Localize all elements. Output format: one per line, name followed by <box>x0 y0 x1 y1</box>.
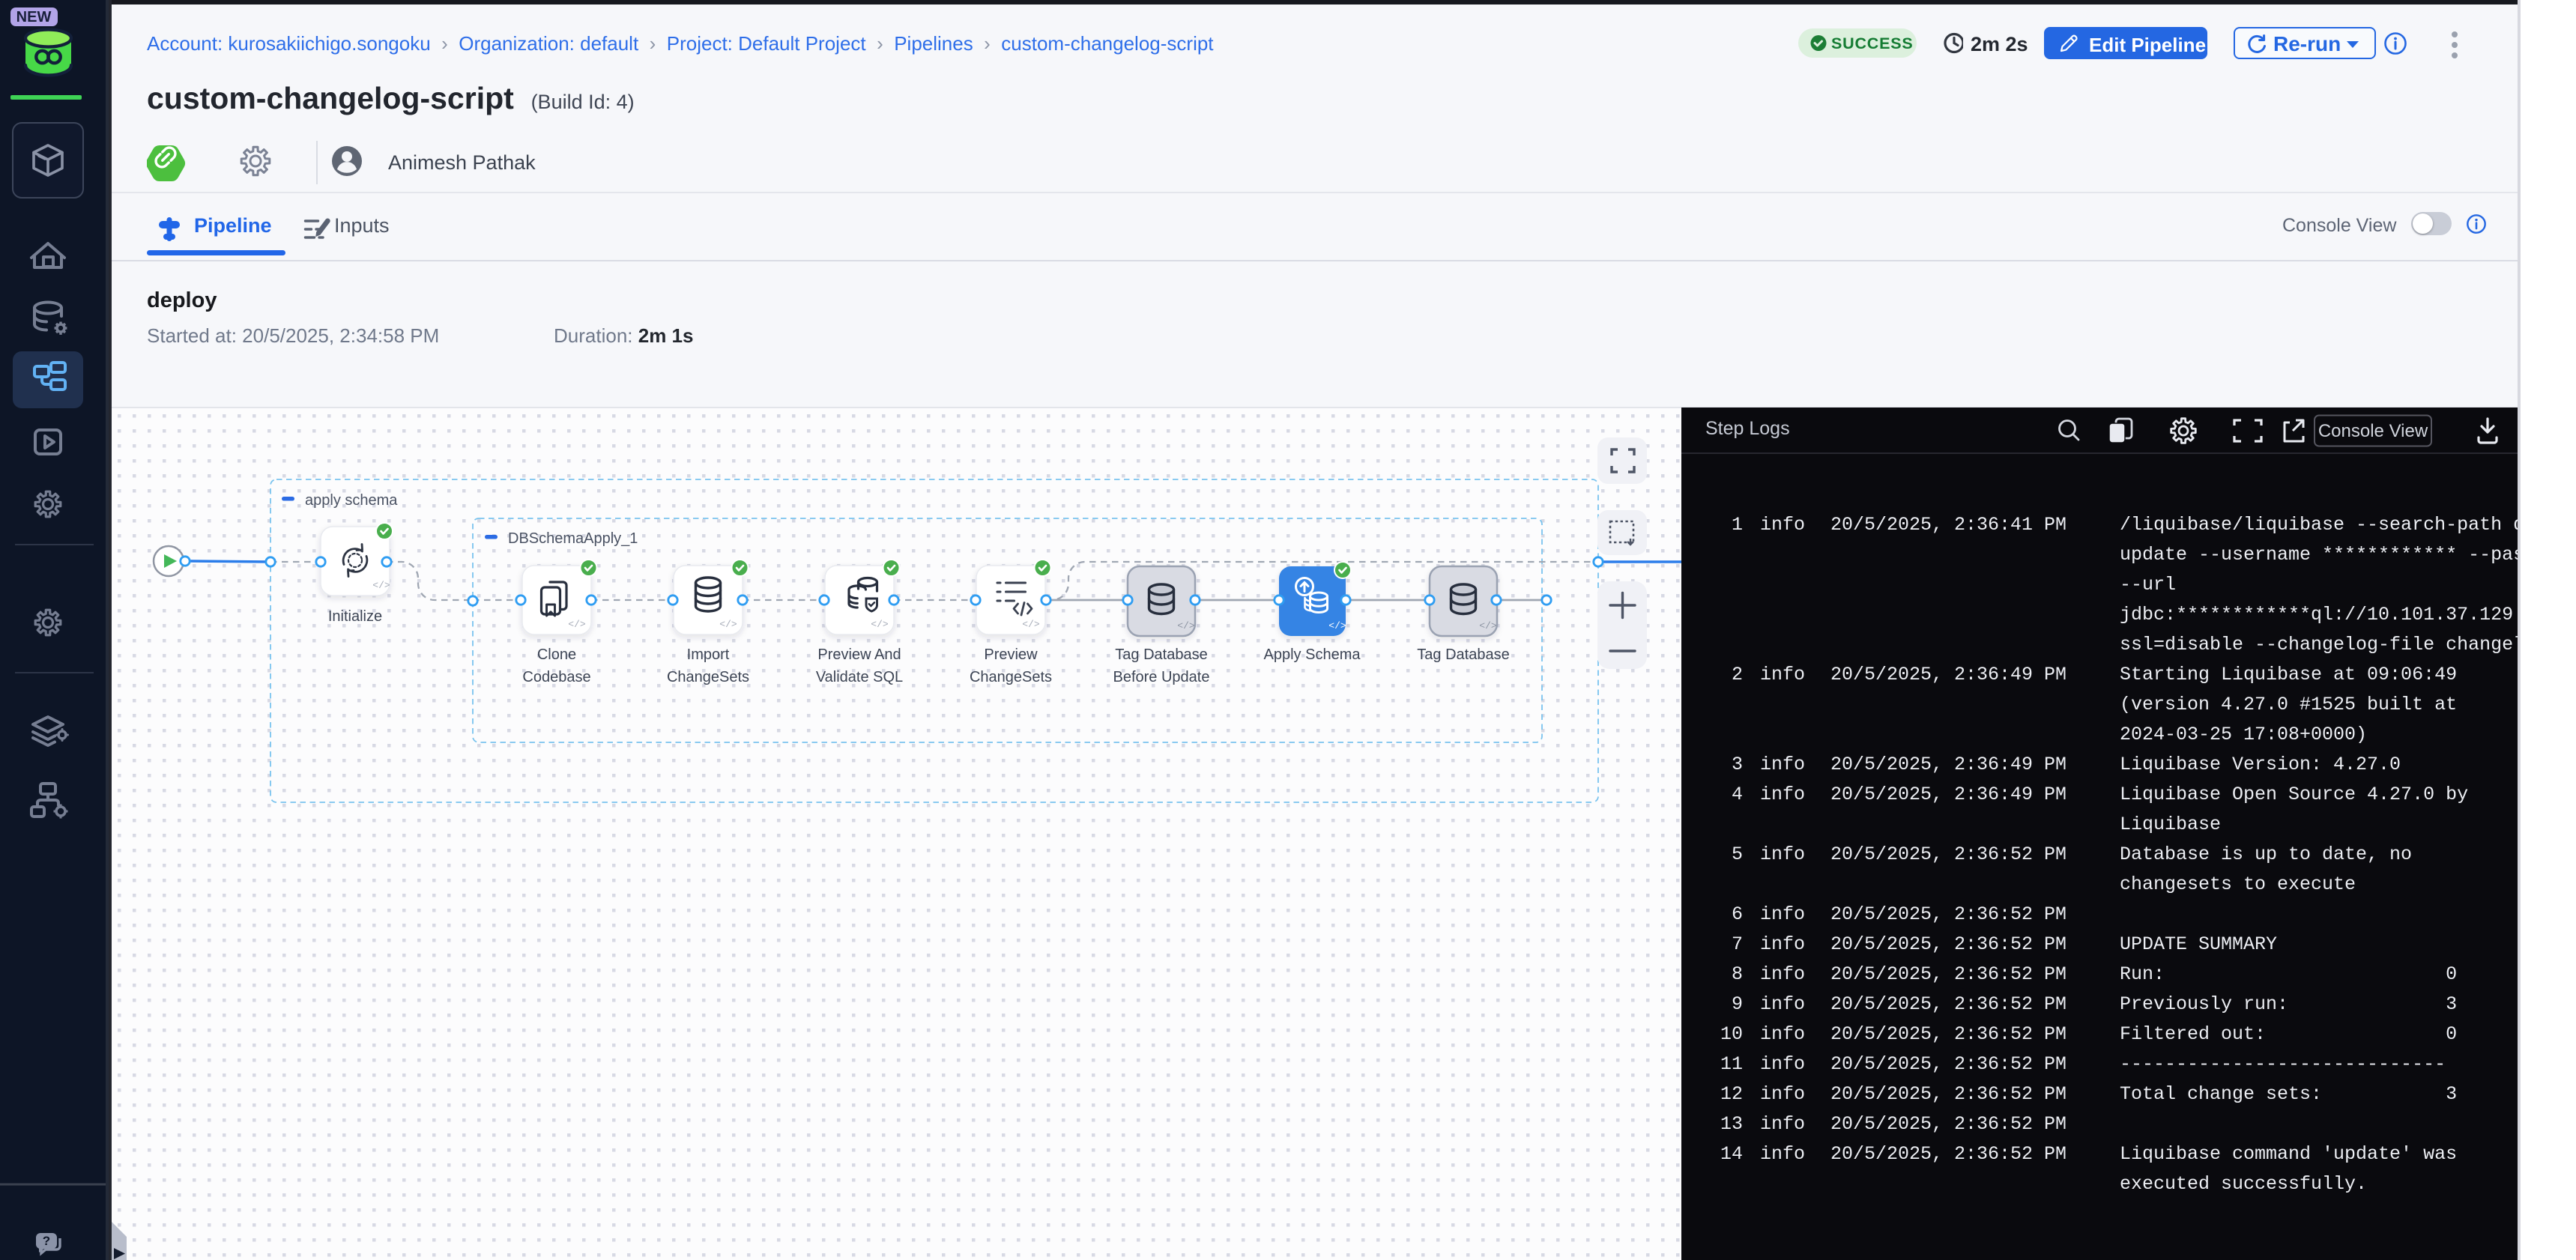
svg-text:apply schema: apply schema <box>305 492 398 509</box>
svg-text:Validate SQL: Validate SQL <box>816 669 903 685</box>
svg-text:?: ? <box>43 1234 50 1248</box>
svg-text:Import: Import <box>687 646 730 663</box>
svg-text:Clone: Clone <box>537 646 576 663</box>
svg-text:ChangeSets: ChangeSets <box>970 669 1052 685</box>
svg-text:</>: </> <box>871 619 889 630</box>
svg-text:ChangeSets: ChangeSets <box>667 669 749 685</box>
svg-text:Console View: Console View <box>2318 421 2428 441</box>
svg-text:</>: </> <box>372 580 390 591</box>
svg-text:Tag Database: Tag Database <box>1417 646 1509 663</box>
svg-text:</>: </> <box>719 619 737 630</box>
svg-text:NEW: NEW <box>16 9 52 25</box>
svg-text:SUCCESS: SUCCESS <box>1831 34 1914 52</box>
svg-text:</>: </> <box>1328 620 1346 631</box>
svg-text:</>: </> <box>1022 619 1040 630</box>
svg-text:Initialize: Initialize <box>328 608 382 625</box>
svg-text:Preview: Preview <box>984 646 1038 663</box>
svg-text:Tag Database: Tag Database <box>1115 646 1207 663</box>
svg-text:</>: </> <box>1479 620 1497 631</box>
svg-text:Preview And: Preview And <box>817 646 901 663</box>
svg-text:Apply Schema: Apply Schema <box>1264 646 1361 663</box>
svg-text:</>: </> <box>1177 620 1195 631</box>
svg-text:Before Update: Before Update <box>1113 669 1210 685</box>
svg-text:DBSchemaApply_1: DBSchemaApply_1 <box>508 530 638 547</box>
svg-text:</>: </> <box>568 619 586 630</box>
svg-text:Codebase: Codebase <box>522 669 590 685</box>
